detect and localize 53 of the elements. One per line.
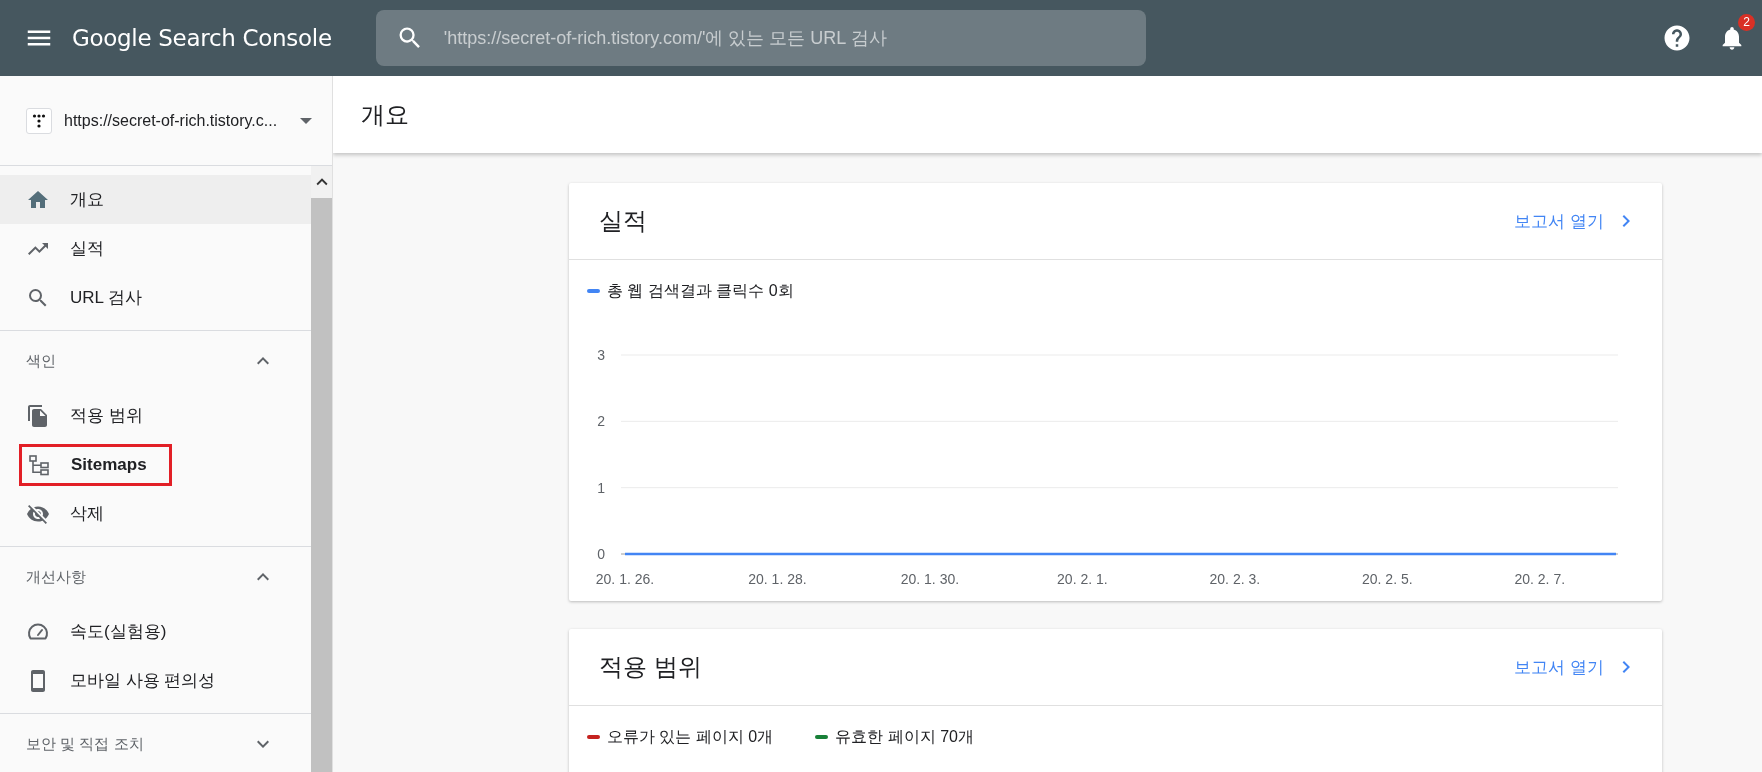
legend-label: 오류가 있는 페이지 0개 xyxy=(607,726,774,747)
nav-item[interactable]: 삭제 xyxy=(0,489,311,538)
nav-label: 적용 범위 xyxy=(70,405,143,427)
nav-label: URL 검사 xyxy=(70,287,143,309)
section-title: 색인 xyxy=(26,351,56,371)
card-title: 적용 범위 xyxy=(599,652,702,682)
sitemap-icon xyxy=(27,452,51,477)
nav-label: 실적 xyxy=(70,238,104,260)
dropdown-caret-icon xyxy=(300,117,312,124)
y-tick-label: 2 xyxy=(597,413,605,430)
open-report-link[interactable]: 보고서 열기 xyxy=(1514,209,1638,233)
nav-item[interactable]: Sitemaps xyxy=(0,440,311,489)
y-tick-label: 3 xyxy=(597,347,605,363)
x-tick-label: 20. 1. 26. xyxy=(595,571,655,587)
open-report-link[interactable]: 보고서 열기 xyxy=(1514,655,1638,679)
section-header[interactable]: 보안 및 직접 조치 xyxy=(0,714,311,772)
search-bar[interactable]: 'https://secret-of-rich.tistory.com/'에 있는 모든 URL 검사 xyxy=(375,10,1146,66)
notification-badge: 2 xyxy=(1738,14,1755,31)
dots-icon xyxy=(32,112,46,129)
property-selector[interactable]: https://secret-of-rich.tistory.c... xyxy=(0,76,332,166)
x-tick-label: 20. 1. 28. xyxy=(748,571,807,587)
page-title: 개요 xyxy=(361,99,409,130)
nav-item[interactable]: 모바일 사용 편의성 xyxy=(0,656,311,705)
y-tick-label: 0 xyxy=(597,546,605,562)
y-tick-label: 1 xyxy=(597,479,605,496)
search-field[interactable]: 'https://secret-of-rich.tistory.com/'에 있는 모든 URL 검사 xyxy=(441,26,1128,50)
copy-icon xyxy=(26,403,50,428)
x-tick-label: 20. 2. 7. xyxy=(1514,571,1566,587)
legend-label: 총 웹 검색결과 클릭수 0회 xyxy=(607,280,794,301)
app-title: Google Search Console xyxy=(72,25,332,51)
section-header[interactable]: 색인 xyxy=(0,331,311,391)
nav-item[interactable]: 개요 xyxy=(0,175,311,224)
help-icon[interactable] xyxy=(1662,23,1692,53)
legend-label: 유효한 페이지 70개 xyxy=(835,726,974,747)
nav-label: 속도(실험용) xyxy=(70,621,167,643)
x-tick-label: 20. 1. 30. xyxy=(900,571,960,587)
nav-item[interactable]: 적용 범위 xyxy=(0,391,311,440)
x-tick-label: 20. 2. 3. xyxy=(1209,571,1261,587)
x-tick-label: 20. 2. 1. xyxy=(1057,571,1108,587)
nav-item[interactable]: 속도(실험용) xyxy=(0,607,311,656)
x-tick-label: 20. 2. 5. xyxy=(1362,571,1413,587)
nav-label: 모바일 사용 편의성 xyxy=(70,670,216,692)
nav-item[interactable]: 실적 xyxy=(0,224,311,273)
section-header[interactable]: 개선사항 xyxy=(0,547,311,607)
section-title: 보안 및 직접 조치 xyxy=(26,734,144,754)
nav-label: 개요 xyxy=(70,189,104,211)
card-title: 실적 xyxy=(599,206,647,236)
section-title: 개선사항 xyxy=(26,567,86,587)
nav-item[interactable]: URL 검사 xyxy=(0,273,311,322)
nav-label: Sitemaps xyxy=(71,454,147,475)
property-url: https://secret-of-rich.tistory.c... xyxy=(64,111,279,130)
nav-label: 삭제 xyxy=(70,503,104,525)
scrollbar[interactable] xyxy=(311,166,332,772)
